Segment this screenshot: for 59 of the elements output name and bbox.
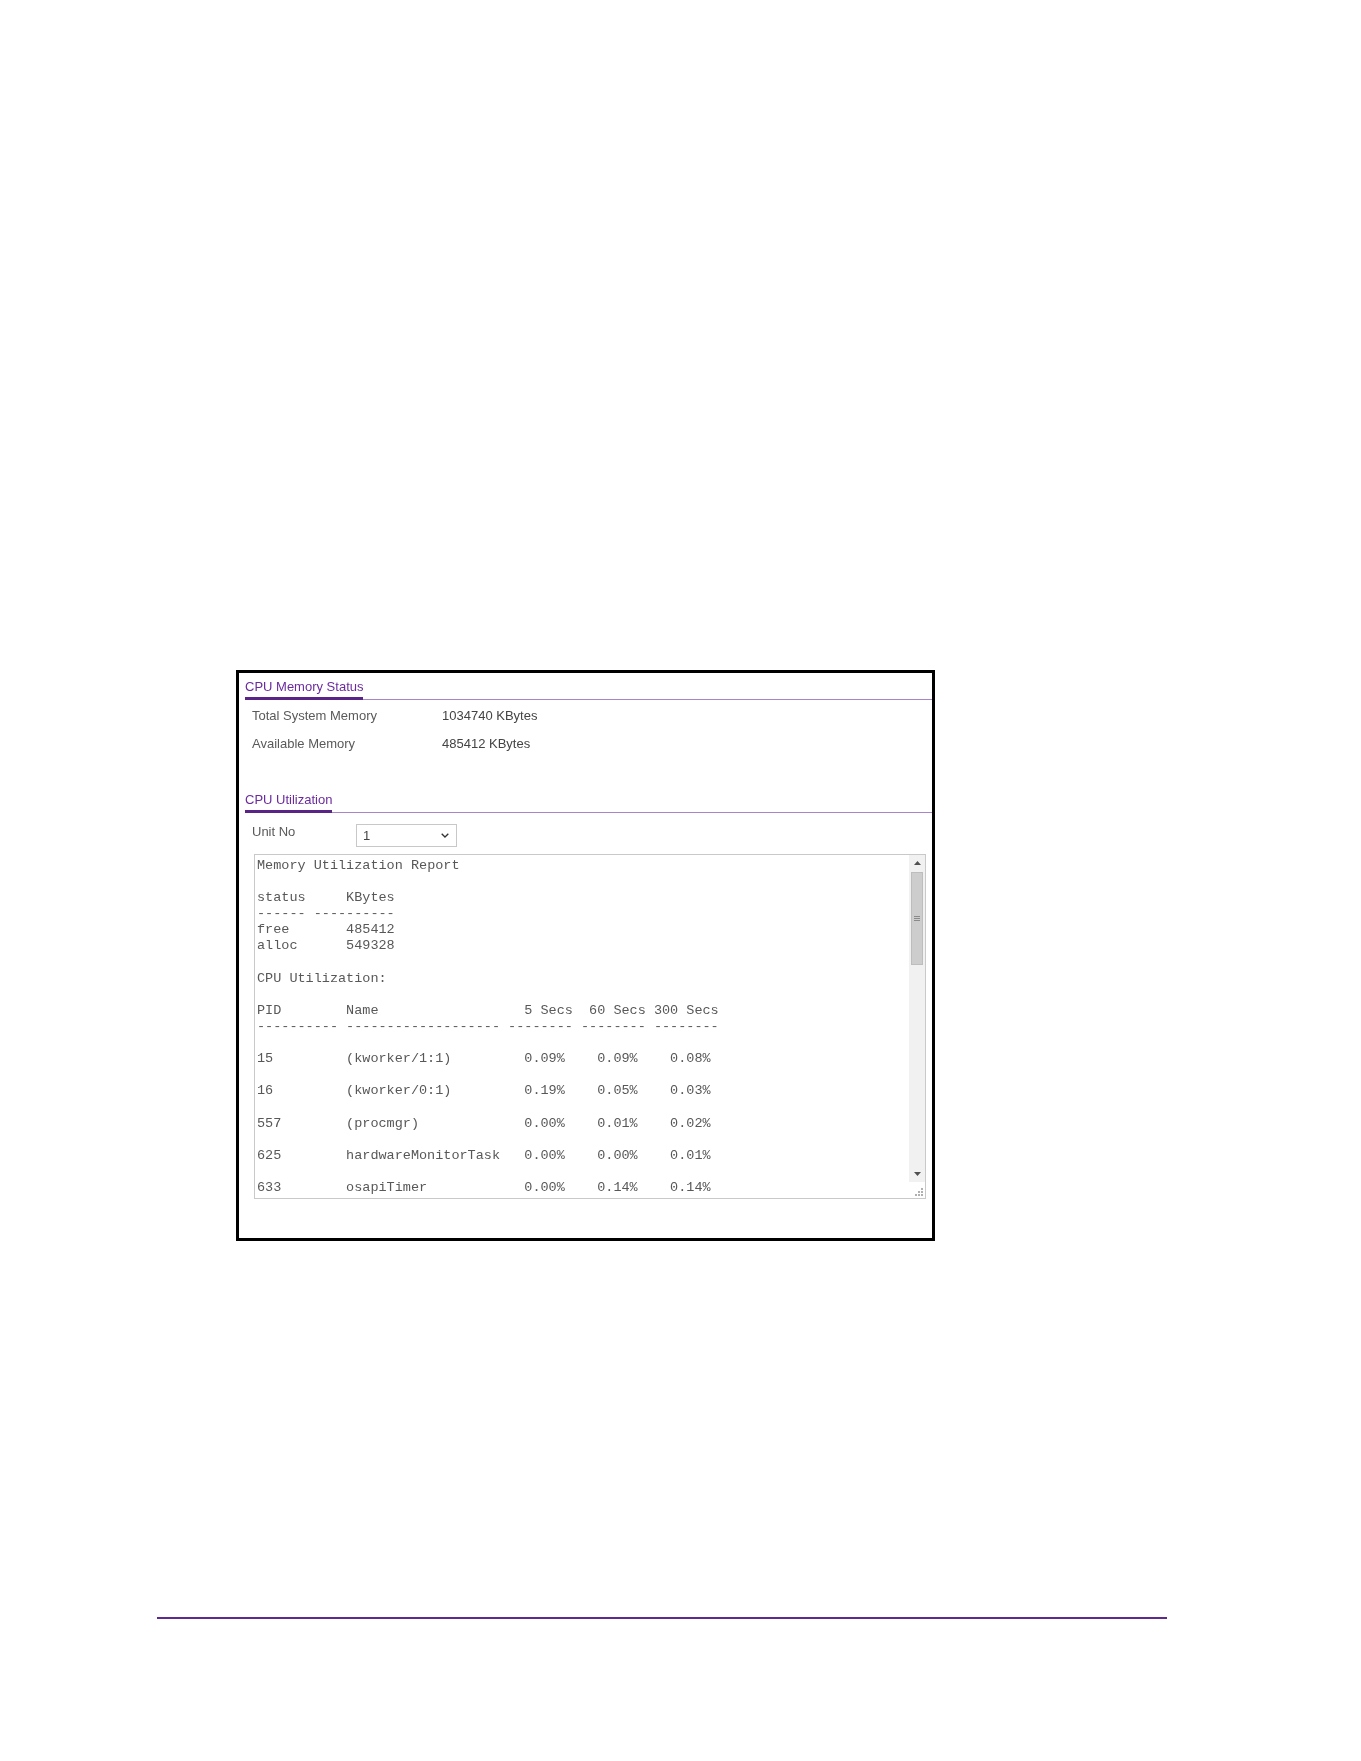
resize-grip-icon[interactable] <box>915 1188 923 1196</box>
field-label: Available Memory <box>252 736 357 752</box>
dash-separator: ---------- <box>257 1018 338 1036</box>
table-cell-text: 0.08% <box>669 1051 712 1068</box>
report-heading: CPU Utilization: <box>257 970 388 987</box>
table-cell-text: 549328 <box>345 938 395 955</box>
grip-lines-icon <box>914 916 920 921</box>
unit-select[interactable]: 1 <box>356 824 457 847</box>
table-cell-text: 0.05% <box>596 1083 639 1100</box>
table-cell-text: alloc <box>257 938 299 955</box>
table-cell-text: 0.09% <box>596 1051 639 1068</box>
column-header: 5 Secs <box>523 1002 573 1019</box>
table-cell-text: 485412 <box>345 922 395 939</box>
scrollbar-thumb[interactable] <box>911 872 923 965</box>
table-cell-text: 557 <box>257 1115 283 1132</box>
table-cell-text: (kworker/0:1) <box>346 1083 453 1100</box>
table-cell-text: 15 <box>257 1051 275 1068</box>
table-cell-text: 0.14% <box>596 1179 639 1196</box>
field-label: Total System Memory <box>252 708 378 724</box>
table-cell-text: 0.00% <box>596 1147 639 1164</box>
dash-separator: -------- <box>508 1018 573 1036</box>
table-cell-text: (procmgr) <box>346 1115 420 1132</box>
table-cell-text: 625 <box>257 1147 283 1164</box>
field-value: 485412 KBytes <box>442 736 531 752</box>
table-cell-text: 0.00% <box>523 1179 566 1196</box>
table-cell-text: 0.09% <box>523 1051 566 1068</box>
dash-separator: ------ <box>257 906 306 923</box>
section-heading: CPU Memory Status <box>245 679 364 700</box>
table-cell-text: 16 <box>257 1083 275 1100</box>
table-cell-text: 0.19% <box>523 1083 566 1100</box>
dash-separator: ---------- <box>313 906 395 923</box>
dash-separator: -------- <box>653 1018 719 1036</box>
table-cell-text: (kworker/1:1) <box>346 1051 453 1068</box>
section-heading: CPU Utilization <box>245 792 333 813</box>
field-label: Unit No <box>252 824 297 840</box>
column-header: KBytes <box>345 890 395 907</box>
dash-separator: ------------------- <box>346 1018 500 1036</box>
column-header: 300 Secs <box>653 1002 719 1019</box>
scroll-down-icon[interactable] <box>913 1172 921 1176</box>
table-cell-text: 0.03% <box>669 1083 712 1100</box>
column-header: 60 Secs <box>588 1002 646 1019</box>
table-cell-text: free <box>257 922 291 939</box>
table-cell-text: 0.01% <box>669 1147 712 1164</box>
table-cell-text: 0.00% <box>523 1147 566 1164</box>
column-header: status <box>257 890 306 907</box>
dash-separator: -------- <box>581 1018 646 1036</box>
table-cell-text: 0.01% <box>596 1115 639 1132</box>
field-value: 1034740 KBytes <box>442 708 538 724</box>
report-title: Memory Utilization Report <box>257 858 461 875</box>
scroll-up-icon[interactable] <box>913 861 921 865</box>
column-header: PID <box>257 1002 283 1019</box>
table-cell-text: 0.00% <box>523 1115 566 1132</box>
table-cell-text: 633 <box>257 1179 283 1196</box>
chevron-down-icon <box>441 833 449 838</box>
table-cell-text: 0.14% <box>669 1179 712 1196</box>
table-cell-text: 0.02% <box>669 1115 712 1132</box>
column-header: Name <box>346 1002 380 1019</box>
table-cell-text: osapiTimer <box>346 1179 429 1196</box>
table-cell: hardwareMonitorTask <box>346 1147 500 1164</box>
